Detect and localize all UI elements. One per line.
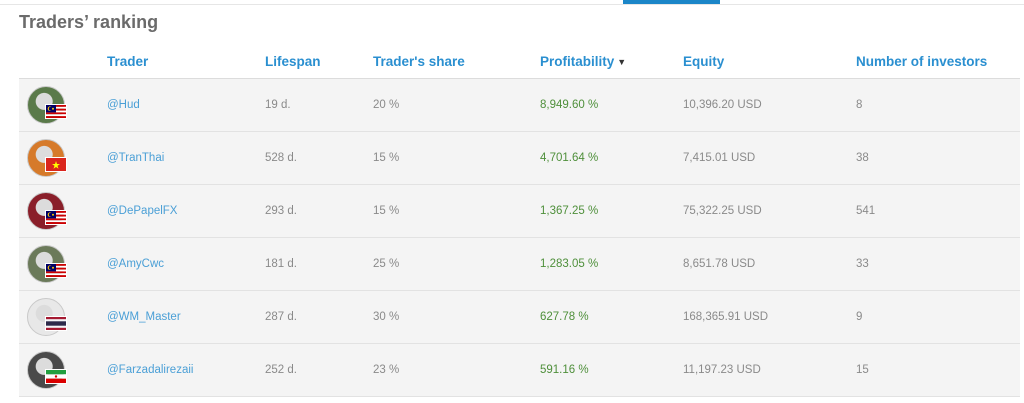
trader-name-link[interactable]: @Hud [107,99,140,111]
equity-column-header[interactable]: Equity [683,44,856,79]
profitability-cell: 627.78 % [540,290,683,344]
trader-cell: @AmyCwc [107,237,265,291]
traders-table: Trader Lifespan Trader's share Profitabi… [19,44,1020,397]
avatar[interactable] [27,351,67,389]
table-row[interactable]: @DePapelFX 293 d. 15 % 1,367.25 % 75,322.25 … [19,184,1020,238]
share-cell: 20 % [373,78,540,132]
avatar-cell [19,237,107,291]
trader-name-link[interactable]: @TranThai [107,152,164,164]
share-cell: 15 % [373,131,540,185]
table-row[interactable]: @WM_Master 287 d. 30 % 627.78 % 168,365.91 U… [19,290,1020,344]
share-cell: 30 % [373,290,540,344]
investors-cell: 9 [856,290,1020,344]
trader-cell: @WM_Master [107,290,265,344]
avatar[interactable] [27,86,67,124]
active-tab-indicator [623,0,720,4]
investors-cell: 8 [856,78,1020,132]
share-cell: 15 % [373,184,540,238]
country-flag-icon [45,157,67,172]
investors-cell: 15 [856,343,1020,397]
avatar[interactable] [27,139,67,177]
country-flag-icon [45,369,67,384]
avatar-cell [19,184,107,238]
trader-name-link[interactable]: @WM_Master [107,311,181,323]
table-row[interactable]: @AmyCwc 181 d. 25 % 1,283.05 % 8,651.78 USD 3… [19,237,1020,291]
profitability-column-header[interactable]: Profitability ▼ [540,44,683,79]
avatar-cell [19,343,107,397]
table-row[interactable]: @Farzadalirezaii 252 d. 23 % 591.16 % 11,197… [19,343,1020,397]
avatar[interactable] [27,192,67,230]
table-header-row: Trader Lifespan Trader's share Profitabi… [19,44,1020,79]
equity-cell: 11,197.23 USD [683,343,856,397]
profitability-cell: 1,367.25 % [540,184,683,238]
equity-cell: 7,415.01 USD [683,131,856,185]
profitability-header-label: Profitability [540,53,615,69]
avatar[interactable] [27,245,67,283]
avatar-cell [19,131,107,185]
trader-cell: @TranThai [107,131,265,185]
profitability-cell: 591.16 % [540,343,683,397]
country-flag-icon [45,104,67,119]
lifespan-cell: 287 d. [265,290,373,344]
trader-cell: @DePapelFX [107,184,265,238]
trader-cell: @Farzadalirezaii [107,343,265,397]
page-title: Traders’ ranking [19,12,159,32]
equity-cell: 168,365.91 USD [683,290,856,344]
lifespan-cell: 528 d. [265,131,373,185]
share-column-header[interactable]: Trader's share [373,44,540,79]
lifespan-cell: 252 d. [265,343,373,397]
investors-column-header[interactable]: Number of investors [856,44,1020,79]
table-row[interactable]: @Hud 19 d. 20 % 8,949.60 % 10,396.20 USD 8 [19,78,1020,132]
trader-name-link[interactable]: @Farzadalirezaii [107,364,193,376]
trader-cell: @Hud [107,78,265,132]
trader-name-link[interactable]: @AmyCwc [107,258,164,270]
equity-cell: 10,396.20 USD [683,78,856,132]
share-cell: 23 % [373,343,540,397]
avatar-column-header [19,44,107,79]
share-cell: 25 % [373,237,540,291]
country-flag-icon [45,263,67,278]
investors-cell: 541 [856,184,1020,238]
trader-column-header[interactable]: Trader [107,44,265,79]
investors-cell: 33 [856,237,1020,291]
lifespan-cell: 293 d. [265,184,373,238]
top-divider [0,4,1024,5]
avatar-cell [19,78,107,132]
table-row[interactable]: @TranThai 528 d. 15 % 4,701.64 % 7,415.01 US… [19,131,1020,185]
caret-down-icon: ▼ [617,56,627,67]
profitability-cell: 1,283.05 % [540,237,683,291]
trader-name-link[interactable]: @DePapelFX [107,205,177,217]
avatar[interactable] [27,298,67,336]
lifespan-column-header[interactable]: Lifespan [265,44,373,79]
profitability-cell: 4,701.64 % [540,131,683,185]
profitability-cell: 8,949.60 % [540,78,683,132]
equity-cell: 8,651.78 USD [683,237,856,291]
country-flag-icon [45,210,67,225]
investors-cell: 38 [856,131,1020,185]
equity-cell: 75,322.25 USD [683,184,856,238]
country-flag-icon [45,316,67,331]
lifespan-cell: 181 d. [265,237,373,291]
avatar-cell [19,290,107,344]
lifespan-cell: 19 d. [265,78,373,132]
